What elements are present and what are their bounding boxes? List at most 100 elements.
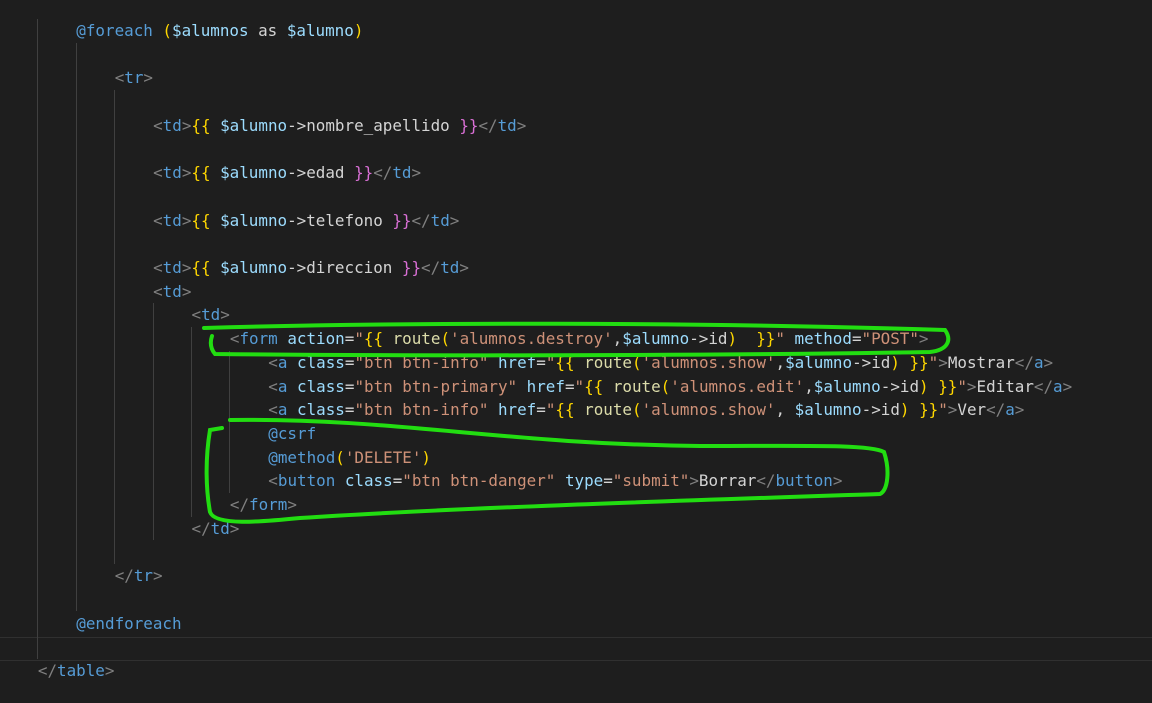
- code-token: class: [344, 471, 393, 491]
- code-token: $alumno: [220, 163, 288, 183]
- code-token: (: [162, 21, 172, 40]
- code-token: ): [727, 329, 738, 349]
- code-token: $alumno: [220, 115, 288, 135]
- code-token: }}: [392, 210, 412, 230]
- code-token: =: [392, 471, 403, 491]
- code-token: }}: [354, 163, 374, 183]
- code-line: @method('DELETE'): [268, 446, 431, 470]
- code-token: </: [373, 163, 393, 183]
- code-token: >: [104, 660, 115, 680]
- code-token: </: [478, 115, 498, 135]
- code-token: ": [574, 376, 585, 396]
- code-token: form: [249, 495, 288, 514]
- code-token: >: [459, 258, 469, 277]
- code-token: "btn btn-danger": [402, 471, 556, 491]
- code-token: >: [449, 210, 460, 230]
- code-editor[interactable]: @foreach ($alumnos as $alumno) <tr> <td>{{…: [0, 0, 1152, 703]
- code-token: ->telefono: [287, 210, 393, 230]
- code-token: Mostrar: [947, 352, 1015, 372]
- code-token: </: [756, 471, 776, 491]
- code-token: </: [421, 258, 441, 277]
- code-token: {{: [191, 163, 211, 183]
- code-token: }}: [909, 352, 929, 372]
- code-token: =: [536, 400, 546, 420]
- code-line: </tr>: [115, 564, 163, 588]
- code-token: >: [181, 115, 192, 135]
- code-token: <: [268, 471, 278, 491]
- code-token: tr: [133, 566, 153, 586]
- code-token: ->direccion: [287, 258, 402, 277]
- code-token: (: [631, 400, 642, 420]
- code-token: </: [229, 495, 250, 514]
- code-token: route: [392, 329, 441, 349]
- code-token: </: [1033, 376, 1054, 396]
- code-token: 'alumnos.edit': [670, 376, 805, 396]
- code-token: route: [612, 376, 661, 396]
- code-line: <td>: [153, 280, 191, 304]
- code-token: "btn btn-info": [354, 352, 489, 372]
- code-token: class: [297, 400, 345, 420]
- code-line: <button class="btn btn-danger" type="sub…: [268, 469, 842, 493]
- code-token: 'alumnos.show': [641, 400, 776, 420]
- code-token: ,: [775, 400, 795, 420]
- code-token: <: [268, 352, 278, 372]
- code-token: $alumno: [622, 329, 690, 349]
- code-line: </td>: [192, 517, 240, 541]
- code-token: ": [928, 352, 939, 372]
- code-token: method: [794, 329, 852, 349]
- code-token: a: [1053, 376, 1063, 396]
- indent-guide: [75, 42, 77, 612]
- code-token: ): [919, 376, 929, 396]
- code-token: href: [526, 376, 565, 396]
- code-token: <: [191, 305, 202, 325]
- code-token: ,: [804, 376, 814, 396]
- code-token: {{: [191, 258, 211, 277]
- code-line: </table>: [38, 659, 115, 683]
- code-line: <a class="btn btn-info" href="{{ route('…: [268, 398, 1024, 422]
- code-line: @endforeach: [76, 612, 181, 636]
- code-token: >: [287, 495, 297, 514]
- code-token: </: [411, 210, 431, 230]
- code-token: <: [114, 68, 125, 88]
- code-token: <: [153, 258, 163, 277]
- code-token: </: [114, 566, 134, 586]
- code-token: href: [497, 352, 537, 372]
- code-token: @csrf: [268, 423, 317, 443]
- code-token: 'alumnos.show': [641, 352, 776, 372]
- code-token: }}: [938, 376, 958, 396]
- code-token: class: [297, 352, 345, 372]
- code-line: <td>: [192, 303, 230, 327]
- code-token: ,: [612, 329, 623, 349]
- code-token: }}: [756, 329, 776, 349]
- code-token: </: [191, 518, 211, 538]
- code-token: <: [153, 281, 163, 301]
- code-token: =: [603, 471, 613, 491]
- code-token: (: [440, 329, 451, 349]
- code-token: </: [986, 400, 1006, 420]
- code-token: }}: [919, 400, 939, 420]
- code-token: >: [918, 329, 929, 349]
- code-token: >: [181, 258, 192, 277]
- code-token: Editar: [976, 376, 1034, 396]
- code-token: "POST": [861, 329, 919, 349]
- code-token: </: [1014, 352, 1034, 372]
- code-token: as: [248, 21, 287, 40]
- code-token: ): [899, 400, 910, 420]
- code-token: =: [851, 329, 862, 349]
- code-line: <td>{{ $alumno->direccion }}</td>: [153, 256, 469, 280]
- indent-guide: [229, 350, 231, 493]
- code-token: ->id: [861, 400, 900, 420]
- code-token: form: [239, 329, 278, 349]
